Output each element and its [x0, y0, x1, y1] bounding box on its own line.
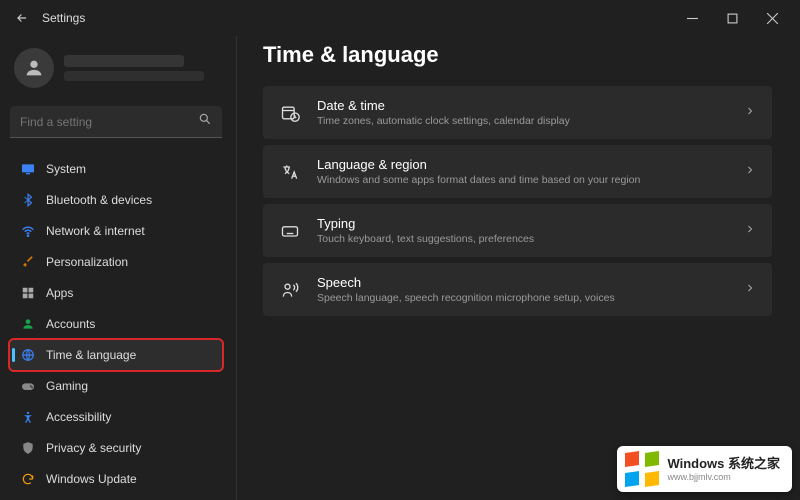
sidebar-item-label: Windows Update	[46, 472, 137, 486]
shield-icon	[20, 440, 36, 456]
sidebar-item-system[interactable]: System	[10, 154, 222, 184]
card-language-region[interactable]: Language & region Windows and some apps …	[263, 145, 772, 198]
sidebar-item-label: Personalization	[46, 255, 128, 269]
sidebar-item-bluetooth[interactable]: Bluetooth & devices	[10, 185, 222, 215]
card-desc: Windows and some apps format dates and t…	[317, 174, 728, 186]
nav-list: System Bluetooth & devices Network & int…	[10, 154, 222, 494]
card-date-time[interactable]: Date & time Time zones, automatic clock …	[263, 86, 772, 139]
window-title: Settings	[42, 11, 85, 25]
keyboard-icon	[279, 220, 301, 242]
sidebar-item-label: Network & internet	[46, 224, 145, 238]
sidebar: System Bluetooth & devices Network & int…	[0, 36, 232, 500]
close-button[interactable]	[752, 2, 792, 34]
calendar-clock-icon	[279, 102, 301, 124]
sidebar-item-network[interactable]: Network & internet	[10, 216, 222, 246]
card-speech[interactable]: Speech Speech language, speech recogniti…	[263, 263, 772, 316]
chevron-right-icon	[744, 222, 756, 240]
card-title: Speech	[317, 275, 728, 290]
page-title: Time & language	[263, 42, 772, 68]
card-desc: Speech language, speech recognition micr…	[317, 292, 728, 304]
watermark-url: www.bjjmlv.com	[667, 473, 780, 482]
bluetooth-icon	[20, 192, 36, 208]
sidebar-item-label: Bluetooth & devices	[46, 193, 152, 207]
sidebar-item-gaming[interactable]: Gaming	[10, 371, 222, 401]
account-profile[interactable]	[10, 42, 222, 100]
sidebar-item-label: Gaming	[46, 379, 88, 393]
wifi-icon	[20, 223, 36, 239]
windows-logo-icon	[625, 452, 659, 486]
globe-clock-icon	[20, 347, 36, 363]
search-box[interactable]	[10, 106, 222, 138]
back-button[interactable]	[8, 4, 36, 32]
sidebar-item-time-language[interactable]: Time & language	[10, 340, 222, 370]
card-typing[interactable]: Typing Touch keyboard, text suggestions,…	[263, 204, 772, 257]
sidebar-item-windows-update[interactable]: Windows Update	[10, 464, 222, 494]
sidebar-item-label: Privacy & security	[46, 441, 141, 455]
maximize-button[interactable]	[712, 2, 752, 34]
apps-icon	[20, 285, 36, 301]
profile-name	[64, 55, 184, 67]
chevron-right-icon	[744, 104, 756, 122]
card-title: Date & time	[317, 98, 728, 113]
gaming-icon	[20, 378, 36, 394]
chevron-right-icon	[744, 281, 756, 299]
chevron-right-icon	[744, 163, 756, 181]
speech-icon	[279, 279, 301, 301]
update-icon	[20, 471, 36, 487]
accessibility-icon	[20, 409, 36, 425]
watermark-title: Windows 系统之家	[667, 457, 780, 470]
search-input[interactable]	[20, 115, 198, 129]
titlebar: Settings	[0, 0, 800, 36]
sidebar-item-label: Time & language	[46, 348, 136, 362]
sidebar-item-label: Apps	[46, 286, 73, 300]
sidebar-item-accounts[interactable]: Accounts	[10, 309, 222, 339]
card-title: Typing	[317, 216, 728, 231]
brush-icon	[20, 254, 36, 270]
profile-email	[64, 71, 204, 81]
avatar	[14, 48, 54, 88]
search-icon	[198, 112, 212, 131]
card-desc: Touch keyboard, text suggestions, prefer…	[317, 233, 728, 245]
card-title: Language & region	[317, 157, 728, 172]
language-icon	[279, 161, 301, 183]
sidebar-item-personalization[interactable]: Personalization	[10, 247, 222, 277]
display-icon	[20, 161, 36, 177]
sidebar-item-privacy[interactable]: Privacy & security	[10, 433, 222, 463]
sidebar-item-label: Accessibility	[46, 410, 111, 424]
card-desc: Time zones, automatic clock settings, ca…	[317, 115, 728, 127]
sidebar-item-label: Accounts	[46, 317, 95, 331]
sidebar-item-apps[interactable]: Apps	[10, 278, 222, 308]
content-area: Time & language Date & time Time zones, …	[236, 36, 800, 500]
watermark: Windows 系统之家 www.bjjmlv.com	[617, 446, 792, 492]
minimize-button[interactable]	[672, 2, 712, 34]
person-icon	[20, 316, 36, 332]
sidebar-item-label: System	[46, 162, 86, 176]
sidebar-item-accessibility[interactable]: Accessibility	[10, 402, 222, 432]
